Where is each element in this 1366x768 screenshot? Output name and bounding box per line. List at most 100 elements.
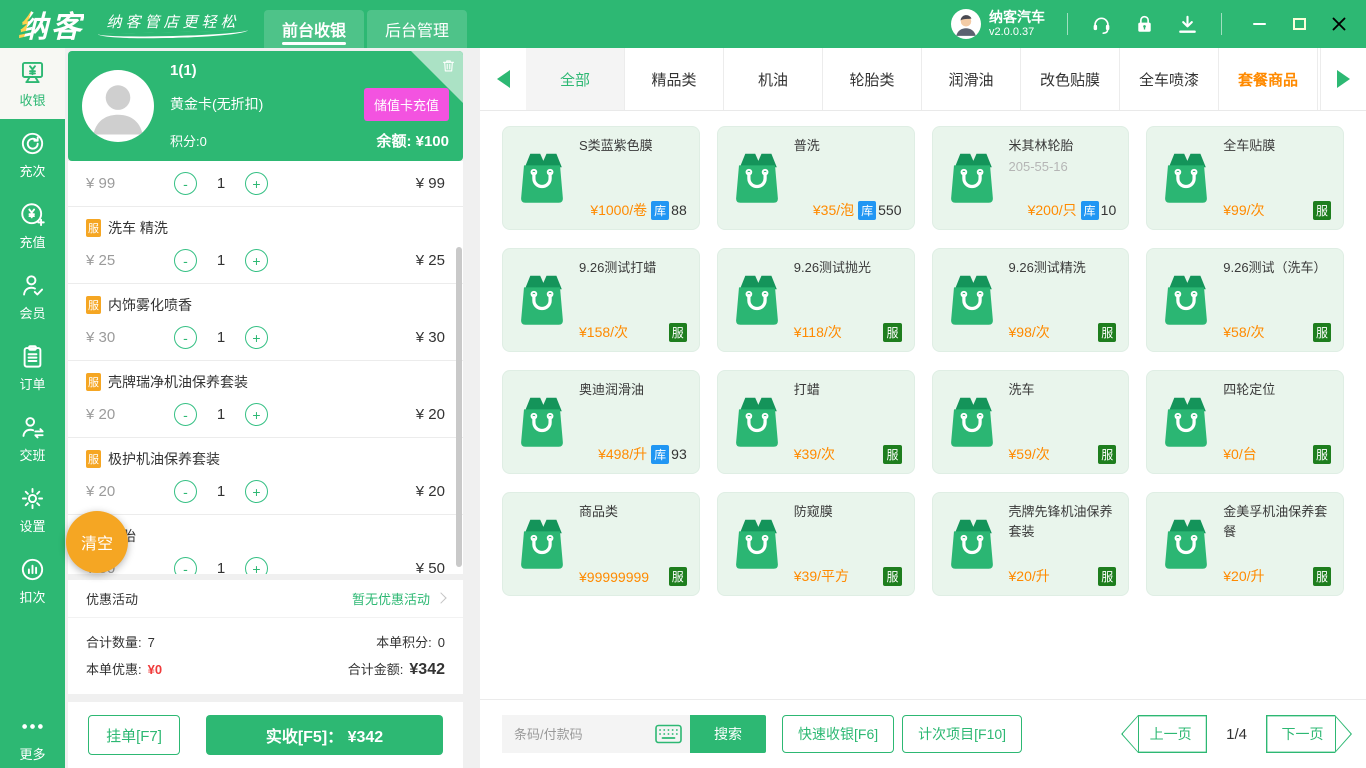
product-card[interactable]: 9.26测试打蜡 ¥158/次 服: [502, 248, 700, 352]
cart-item[interactable]: 服 内饰雾化喷香 ¥ 30 - 1 + ¥ 30: [68, 284, 463, 361]
download-icon[interactable]: [1176, 13, 1199, 36]
sidebar-item[interactable]: 收银: [0, 48, 65, 119]
next-page-button[interactable]: 下一页: [1266, 715, 1352, 753]
sidebar-item[interactable]: 交班: [0, 403, 65, 474]
sidebar-item[interactable]: 会员: [0, 261, 65, 332]
sidebar-item[interactable]: 更多: [0, 708, 65, 768]
product-card[interactable]: 全车贴膜 ¥99/次 服: [1146, 126, 1344, 230]
product-card[interactable]: 商品类 ¥99999999 服: [502, 492, 700, 596]
product-card[interactable]: 9.26测试精洗 ¥98/次 服: [931, 248, 1130, 352]
promo-value: 暂无优惠活动: [352, 589, 447, 608]
tab-front-cashier[interactable]: 前台收银: [264, 10, 364, 48]
shopping-bag-icon: [515, 146, 569, 210]
category-tab[interactable]: 精品类: [625, 48, 724, 110]
decrease-qty-button[interactable]: -: [174, 249, 197, 272]
maximize-button[interactable]: [1284, 9, 1314, 39]
category-tab[interactable]: 润滑油: [922, 48, 1021, 110]
cart-item[interactable]: 服 极护机油保养套装 ¥ 20 - 1 + ¥ 20: [68, 438, 463, 515]
tab-back-admin[interactable]: 后台管理: [367, 10, 467, 48]
category-tab[interactable]: 套餐商品: [1219, 48, 1318, 110]
decrease-qty-button[interactable]: -: [174, 480, 197, 503]
product-card[interactable]: 四轮定位 ¥0/台 服: [1146, 370, 1344, 474]
product-card[interactable]: 打蜡 ¥39/次 服: [716, 370, 915, 474]
product-price: ¥498/升: [598, 446, 648, 462]
promo-label: 优惠活动: [86, 592, 139, 607]
quick-cashier-button[interactable]: 快速收银[F6]: [782, 715, 895, 753]
cart-item-list: ¥ 99 - 1 + ¥ 99 服 洗车 精洗 ¥ 25 - 1 + ¥ 25: [68, 161, 463, 574]
shopping-bag-icon: [1159, 268, 1213, 332]
product-name: 9.26测试抛光: [793, 260, 872, 275]
sidebar-item[interactable]: 设置: [0, 474, 65, 545]
item-type-badge: 服: [86, 450, 101, 468]
cart-item[interactable]: 服 洗车 精洗 ¥ 25 - 1 + ¥ 25: [68, 207, 463, 284]
increase-qty-button[interactable]: +: [245, 403, 268, 426]
pay-button[interactable]: 实收[F5]： ¥342: [206, 715, 443, 755]
count-item-button[interactable]: 计次项目[F10]: [902, 715, 1023, 753]
product-card[interactable]: 防窥膜 ¥39/平方 服: [716, 492, 915, 596]
sidebar-item[interactable]: 充次: [0, 119, 65, 190]
product-type-badge: 服: [668, 322, 687, 342]
cart-item-price-row: ¥ 50 - 1 + ¥ 50: [86, 546, 445, 574]
barcode-input[interactable]: [514, 726, 655, 742]
support-icon[interactable]: [1090, 13, 1113, 36]
category-tab[interactable]: 全部: [526, 48, 625, 110]
sidebar-item-icon: [19, 272, 46, 299]
promo-row[interactable]: 优惠活动 暂无优惠活动: [68, 580, 463, 618]
category-tab[interactable]: 轮胎类: [823, 48, 922, 110]
increase-qty-button[interactable]: +: [245, 249, 268, 272]
product-card[interactable]: 壳牌先锋机油保养套装 ¥20/升 服: [931, 492, 1130, 596]
category-tab[interactable]: 全车喷漆: [1120, 48, 1219, 110]
category-tab[interactable]: 机油: [724, 48, 823, 110]
product-card[interactable]: 洗车 ¥59/次 服: [931, 370, 1130, 474]
cart-item[interactable]: 服 壳牌瑞净机油保养套装 ¥ 20 - 1 + ¥ 20: [68, 361, 463, 438]
product-card[interactable]: 金美孚机油保养套餐 ¥20/升 服: [1146, 492, 1344, 596]
increase-qty-button[interactable]: +: [245, 557, 268, 574]
product-name: 金美孚机油保养套餐: [1223, 504, 1328, 540]
shopping-bag-icon: [730, 146, 784, 210]
product-card[interactable]: S类蓝紫色膜 ¥1000/卷 库 88: [502, 126, 700, 230]
product-name: 米其林轮胎: [1008, 138, 1074, 153]
close-button[interactable]: [1324, 9, 1354, 39]
keyboard-icon[interactable]: [655, 724, 682, 744]
increase-qty-button[interactable]: +: [245, 326, 268, 349]
category-next-arrow[interactable]: [1320, 48, 1366, 110]
cart-scrollbar[interactable]: [456, 247, 462, 567]
product-card[interactable]: 9.26测试（洗车） ¥58/次 服: [1146, 248, 1344, 352]
sidebar-item[interactable]: 扣次: [0, 545, 65, 616]
sidebar-item[interactable]: 订单: [0, 332, 65, 403]
increase-qty-button[interactable]: +: [245, 172, 268, 195]
product-card[interactable]: 普洗 ¥35/泡 库 550: [716, 126, 915, 230]
store-name: 纳客汽车: [989, 9, 1045, 25]
cart-item-name-row: 服 洗车 精洗: [86, 207, 445, 238]
decrease-qty-button[interactable]: -: [174, 557, 197, 574]
search-button[interactable]: 搜索: [690, 715, 766, 753]
cart-item-name: 壳牌瑞净机油保养套装: [108, 374, 248, 390]
increase-qty-button[interactable]: +: [245, 480, 268, 503]
stored-card-recharge-button[interactable]: 储值卡充值: [363, 87, 449, 121]
sidebar-item[interactable]: 充值: [0, 190, 65, 261]
cart-item[interactable]: ¥ 99 - 1 + ¥ 99: [68, 161, 463, 207]
remove-member-icon[interactable]: [440, 57, 457, 74]
sidebar-item-icon: [19, 414, 46, 441]
close-icon: [1332, 17, 1346, 31]
hold-order-button[interactable]: 挂单[F7]: [88, 715, 180, 755]
shopping-bag-icon: [515, 268, 569, 332]
decrease-qty-button[interactable]: -: [174, 172, 197, 195]
minimize-button[interactable]: [1244, 9, 1274, 39]
clear-cart-button[interactable]: 清空: [66, 511, 128, 573]
prev-page-button[interactable]: 上一页: [1121, 715, 1208, 753]
product-name: 普洗: [793, 138, 820, 153]
cart-item-total: ¥ 20: [415, 483, 445, 500]
product-type-badge: 服: [883, 322, 902, 342]
decrease-qty-button[interactable]: -: [174, 403, 197, 426]
product-card[interactable]: 米其林轮胎 205-55-16 ¥200/只 库 10: [931, 126, 1130, 230]
user-avatar[interactable]: [951, 9, 981, 39]
decrease-qty-button[interactable]: -: [174, 326, 197, 349]
lock-icon[interactable]: [1133, 13, 1156, 36]
product-card[interactable]: 9.26测试抛光 ¥118/次 服: [716, 248, 915, 352]
category-tab[interactable]: 改色贴膜: [1021, 48, 1120, 110]
product-card[interactable]: 奥迪润滑油 ¥498/升 库 93: [502, 370, 700, 474]
sidebar-item-icon: [19, 485, 46, 512]
item-type-badge: 服: [86, 219, 101, 237]
category-prev-arrow[interactable]: [480, 48, 526, 110]
